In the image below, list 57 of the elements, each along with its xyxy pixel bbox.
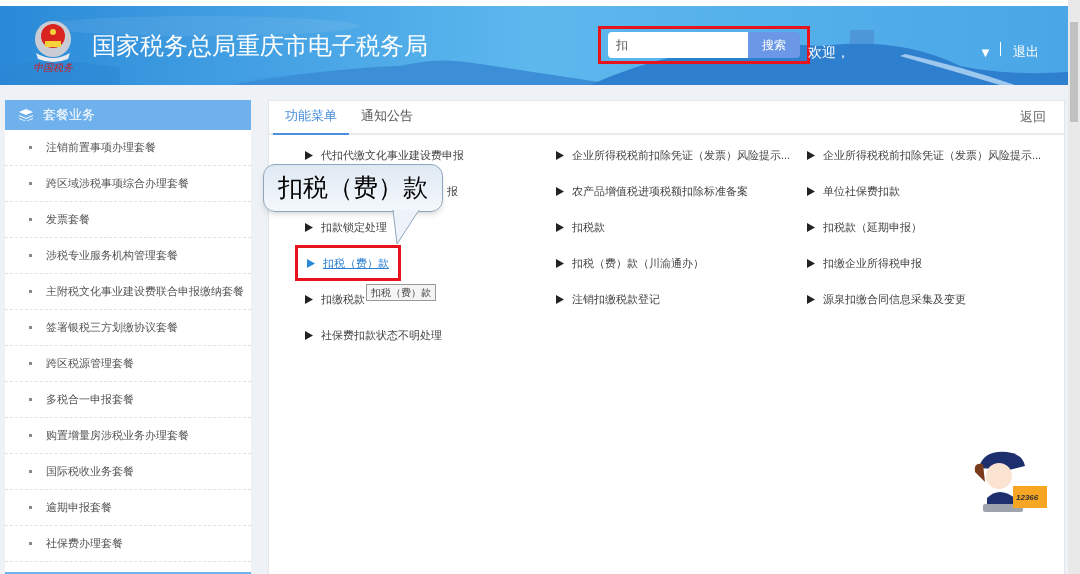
triangle-icon [305,330,313,340]
menu-link[interactable]: 扣税款（延期申报） [807,220,922,234]
tooltip: 扣税（费）款 [366,284,436,301]
menu-link[interactable]: 注销扣缴税款登记 [556,292,660,306]
sidebar-title: 套餐业务 [43,106,95,125]
menu-link[interactable]: 单位社保费扣款 [807,184,900,198]
triangle-icon [807,222,815,232]
sidebar-item[interactable]: 签署银税三方划缴协议套餐 [5,310,251,346]
triangle-icon [305,150,313,160]
callout-pointer [391,210,421,246]
menu-link[interactable]: 扣税款 [556,220,605,234]
logo-caption: 中国税务 [33,62,73,73]
triangle-icon [807,186,815,196]
layers-icon [19,109,33,121]
scrollbar[interactable] [1068,0,1080,574]
tab[interactable]: 通知公告 [349,105,425,133]
menu-link[interactable]: 源泉扣缴合同信息采集及变更 [807,292,966,306]
triangle-icon [556,222,564,232]
site-title: 国家税务总局重庆市电子税务局 [92,30,428,61]
menu-link[interactable]: 扣缴税款 [305,292,365,306]
sidebar-item[interactable]: 逾期申报套餐 [5,490,251,526]
triangle-icon [807,258,815,268]
sidebar-item[interactable]: 涉税专业服务机构管理套餐 [5,238,251,274]
sidebar-item[interactable]: 跨区域涉税事项综合办理套餐 [5,166,251,202]
menu-link[interactable]: 扣款锁定处理 [305,220,387,234]
tab[interactable]: 功能菜单 [273,105,349,135]
callout-bubble: 扣税（费）款 [263,164,443,212]
sidebar-item[interactable]: 社保费办理套餐 [5,526,251,562]
triangle-icon [556,294,564,304]
triangle-icon [305,294,313,304]
triangle-icon [305,222,313,232]
triangle-icon [807,294,815,304]
triangle-icon [556,150,564,160]
triangle-icon [556,186,564,196]
triangle-icon [307,258,315,268]
laptop-label: 12366 [1016,492,1039,504]
emblem-icon [32,18,74,63]
menu-link[interactable]: 企业所得税税前扣除凭证（发票）风险提示... [807,148,1042,162]
sidebar-item[interactable]: 跨区税源管理套餐 [5,346,251,382]
menu-link[interactable]: 扣税（费）款（川渝通办） [556,256,704,270]
menu-link[interactable]: 扣税（费）款 [295,245,401,281]
sidebar-item[interactable]: 购置增量房涉税业务办理套餐 [5,418,251,454]
sidebar-item[interactable]: 多税合一申报套餐 [5,382,251,418]
search-field[interactable]: 扣 [608,32,748,58]
menu-link[interactable]: 代扣代缴文化事业建设费申报 [305,148,464,162]
sidebar-item[interactable]: 国际税收业务套餐 [5,454,251,490]
triangle-icon [556,258,564,268]
triangle-icon [807,150,815,160]
menu-link[interactable]: 企业所得税税前扣除凭证（发票）风险提示... [556,148,791,162]
menu-link[interactable]: 社保费扣款状态不明处理 [305,328,442,342]
menu-link[interactable]: 扣缴企业所得税申报 [807,256,922,270]
sidebar-item[interactable]: 发票套餐 [5,202,251,238]
menu-link[interactable]: 农产品增值税进项税额扣除标准备案 [556,184,748,198]
menu-item-text: 报 [447,183,458,199]
sidebar-item[interactable]: 注销前置事项办理套餐 [5,130,251,166]
sidebar-item[interactable]: 主附税文化事业建设费联合申报缴纳套餐 [5,274,251,310]
back-link[interactable]: 返回 [1020,106,1046,126]
